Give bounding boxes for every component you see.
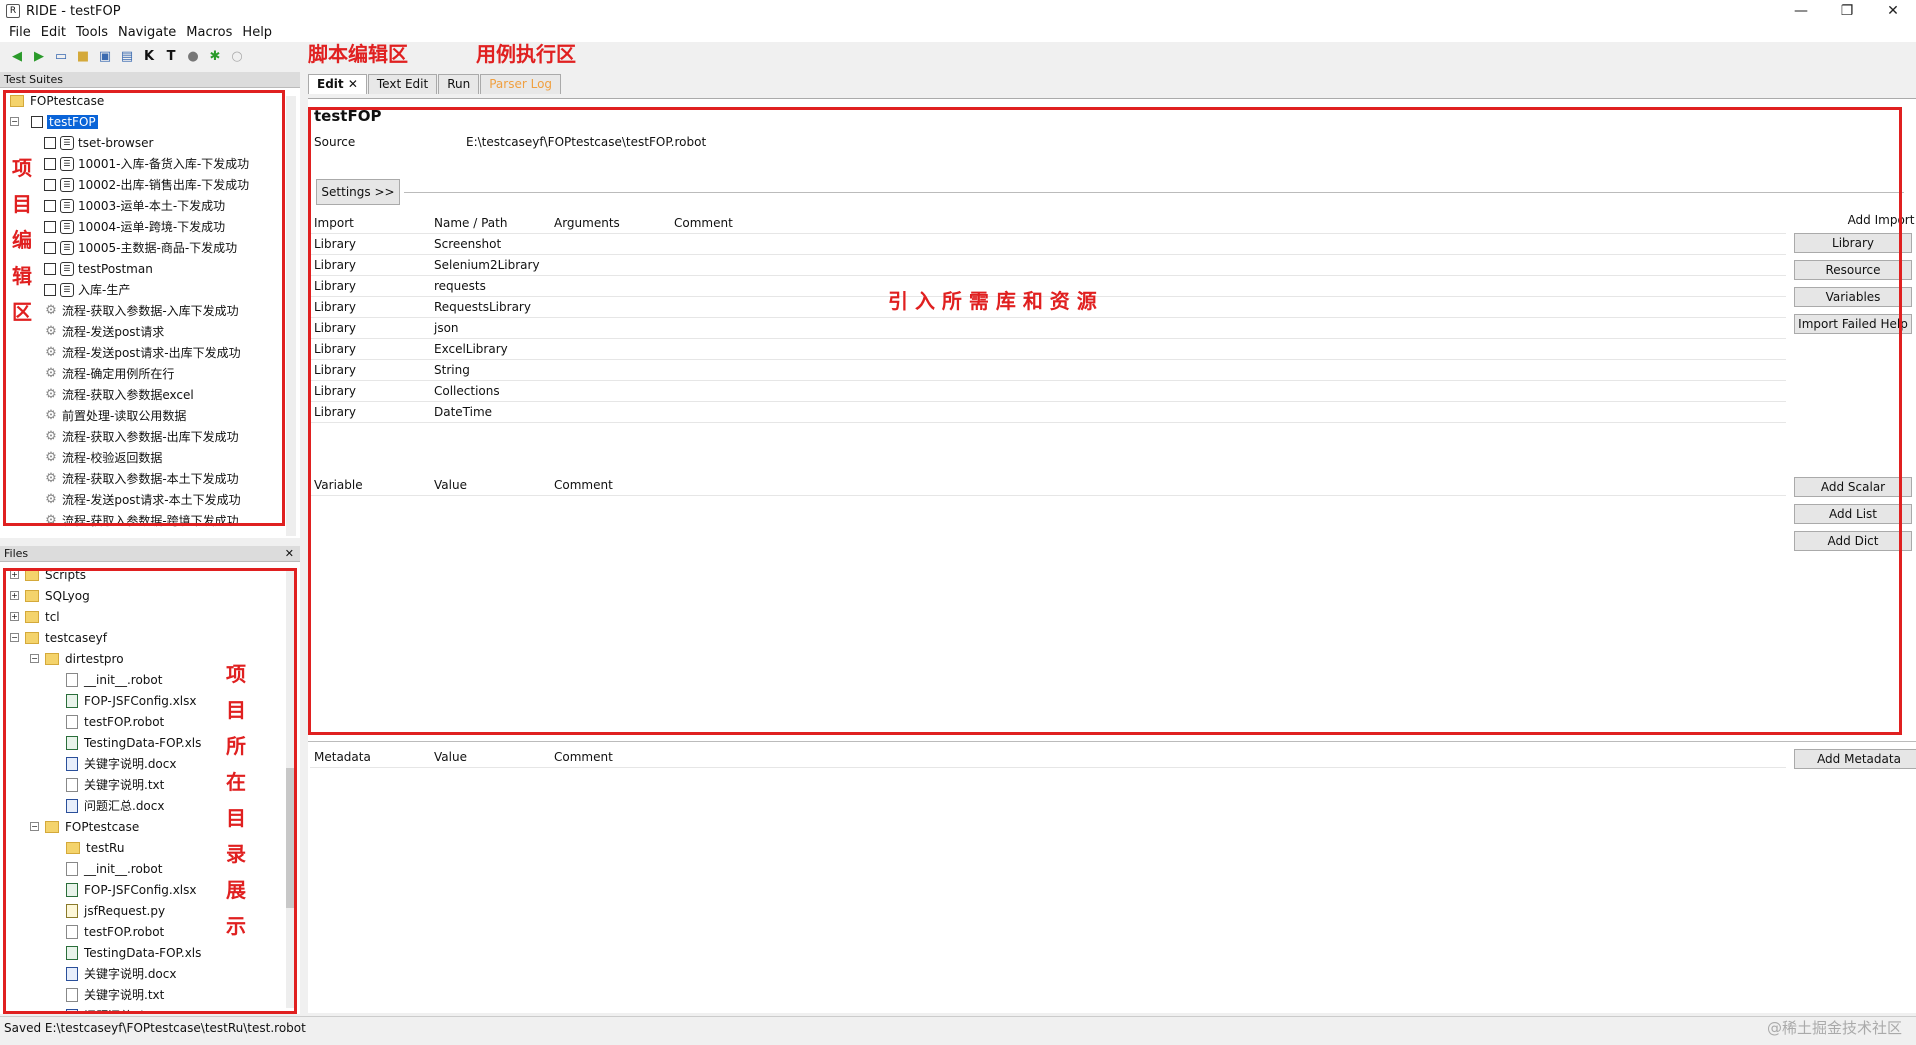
window-title: RIDE - testFOP — [26, 3, 121, 19]
folder-icon[interactable]: ■ — [74, 47, 92, 65]
files-title: Files ✕ — [0, 546, 300, 562]
run-icon[interactable]: ● — [184, 47, 202, 65]
close-button[interactable]: ✕ — [1870, 0, 1916, 22]
tab-run[interactable]: Run — [438, 74, 480, 94]
close-files-icon[interactable]: ✕ — [285, 546, 294, 562]
minimize-button[interactable]: — — [1778, 0, 1824, 22]
menu-tools[interactable]: Tools — [71, 25, 113, 40]
menu-bar: File Edit Tools Navigate Macros Help — [0, 22, 1916, 42]
tab-edit[interactable]: Edit ✕ — [308, 74, 367, 94]
menu-help[interactable]: Help — [237, 25, 277, 40]
save-icon[interactable]: ▣ — [96, 47, 114, 65]
restore-button[interactable]: ❐ — [1824, 0, 1870, 22]
suites-scrollbar[interactable] — [286, 96, 296, 536]
test-suites-panel: Test Suites FOPtestcase − testFOP ☰ tset-… — [0, 72, 300, 538]
menu-navigate[interactable]: Navigate — [113, 25, 181, 40]
open-icon[interactable]: ▭ — [52, 47, 70, 65]
metadata-header-row: Metadata Value Comment — [310, 747, 1786, 768]
metadata-grid: Metadata Value Comment — [310, 747, 1786, 768]
stop-icon[interactable]: ○ — [228, 47, 246, 65]
forward-arrow-icon[interactable]: ▶ — [30, 47, 48, 65]
watermark: @稀土掘金技术社区 — [1766, 1019, 1902, 1037]
annotation-script-edit: 脚本编辑区 — [308, 42, 408, 66]
test-suites-title: Test Suites — [0, 72, 300, 88]
debug-icon[interactable]: ✱ — [206, 47, 224, 65]
back-arrow-icon[interactable]: ◀ — [8, 47, 26, 65]
tag-search-icon[interactable]: T — [162, 47, 180, 65]
menu-edit[interactable]: Edit — [36, 25, 71, 40]
editor-panel: testFOP Source E:\testcaseyf\FOPtestcase… — [308, 98, 1916, 1013]
toolbar: ◀ ▶ ▭ ■ ▣ ▤ K T ● ✱ ○ — [0, 42, 300, 70]
keyword-search-icon[interactable]: K — [140, 47, 158, 65]
editor-tabs: Edit ✕ Text Edit Run Parser Log — [308, 74, 1916, 98]
tab-text-edit[interactable]: Text Edit — [367, 74, 438, 94]
status-bar: Saved E:\testcaseyf\FOPtestcase\testRu\t… — [0, 1016, 1916, 1038]
annotation-project-dir: 项 目 所 在 目 录 展 示 — [226, 662, 246, 938]
menu-file[interactable]: File — [4, 25, 36, 40]
section-divider — [308, 741, 1916, 742]
tab-parser-log[interactable]: Parser Log — [480, 74, 562, 94]
project-edit-highlight — [3, 90, 285, 526]
script-edit-highlight — [308, 107, 1902, 735]
files-panel: Files ✕ + Scripts + SQLyog + tcl − testcaseyf − d… — [0, 546, 300, 1014]
annotation-project-edit: 项 目 编 辑 区 — [12, 156, 32, 324]
add-metadata-button[interactable]: Add Metadata — [1794, 749, 1916, 769]
ride-app-icon: R — [6, 4, 20, 18]
title-bar: R RIDE - testFOP — ❐ ✕ — [0, 0, 1916, 22]
save-all-icon[interactable]: ▤ — [118, 47, 136, 65]
close-tab-icon[interactable]: ✕ — [348, 77, 358, 91]
menu-macros[interactable]: Macros — [181, 25, 237, 40]
annotation-case-run: 用例执行区 — [476, 42, 576, 66]
status-text: Saved E:\testcaseyf\FOPtestcase\testRu\t… — [4, 1021, 306, 1035]
